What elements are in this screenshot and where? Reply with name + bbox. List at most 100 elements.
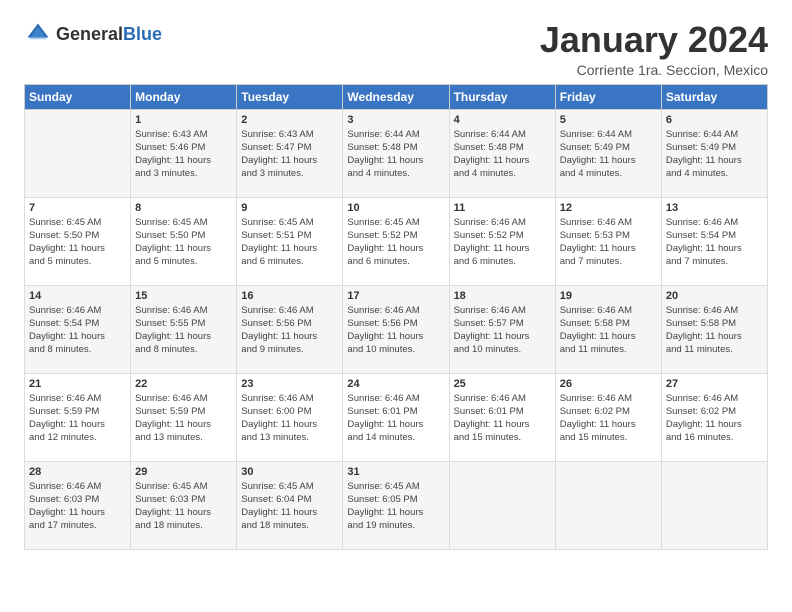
- day-info: Sunrise: 6:46 AM Sunset: 5:56 PM Dayligh…: [241, 304, 338, 357]
- calendar-cell: 11 Sunrise: 6:46 AM Sunset: 5:52 PM Dayli…: [449, 197, 555, 285]
- day-info: Sunrise: 6:45 AM Sunset: 6:04 PM Dayligh…: [241, 480, 338, 533]
- day-number: 10: [347, 202, 444, 214]
- calendar-cell: 28 Sunrise: 6:46 AM Sunset: 6:03 PM Dayli…: [25, 461, 131, 549]
- weekday-header-sunday: Sunday: [25, 84, 131, 109]
- calendar-cell: 12Sunrise: 6:46 AM Sunset: 5:53 PM Dayli…: [555, 197, 661, 285]
- day-info: Sunrise: 6:46 AM Sunset: 6:01 PM Dayligh…: [454, 392, 551, 445]
- day-number: 22: [135, 378, 232, 390]
- calendar-cell: 13 Sunrise: 6:46 AM Sunset: 5:54 PM Dayli…: [661, 197, 767, 285]
- day-info: Sunrise: 6:46 AM Sunset: 5:54 PM Dayligh…: [666, 216, 763, 269]
- day-number: 3: [347, 114, 444, 126]
- calendar-cell: 23Sunrise: 6:46 AM Sunset: 6:00 PM Dayli…: [237, 373, 343, 461]
- day-number: 20: [666, 290, 763, 302]
- calendar-week-row: 21 Sunrise: 6:46 AM Sunset: 5:59 PM Dayli…: [25, 373, 768, 461]
- calendar-cell: 3 Sunrise: 6:44 AM Sunset: 5:48 PM Daylig…: [343, 109, 449, 197]
- day-number: 9: [241, 202, 338, 214]
- day-info: Sunrise: 6:46 AM Sunset: 5:53 PM Dayligh…: [560, 216, 657, 269]
- weekday-header-row: SundayMondayTuesdayWednesdayThursdayFrid…: [25, 84, 768, 109]
- day-number: 21: [29, 378, 126, 390]
- calendar-header: SundayMondayTuesdayWednesdayThursdayFrid…: [25, 84, 768, 109]
- calendar-cell: 2 Sunrise: 6:43 AM Sunset: 5:47 PM Daylig…: [237, 109, 343, 197]
- day-info: Sunrise: 6:46 AM Sunset: 6:02 PM Dayligh…: [560, 392, 657, 445]
- day-number: 1: [135, 114, 232, 126]
- weekday-header-thursday: Thursday: [449, 84, 555, 109]
- day-number: 2: [241, 114, 338, 126]
- day-number: 5: [560, 114, 657, 126]
- day-info: Sunrise: 6:46 AM Sunset: 6:03 PM Dayligh…: [29, 480, 126, 533]
- day-number: 15: [135, 290, 232, 302]
- day-number: 11: [454, 202, 551, 214]
- weekday-header-tuesday: Tuesday: [237, 84, 343, 109]
- calendar-cell: 19 Sunrise: 6:46 AM Sunset: 5:58 PM Dayli…: [555, 285, 661, 373]
- calendar-cell: 10 Sunrise: 6:45 AM Sunset: 5:52 PM Dayli…: [343, 197, 449, 285]
- day-info: Sunrise: 6:44 AM Sunset: 5:48 PM Dayligh…: [347, 128, 444, 181]
- day-info: Sunrise: 6:45 AM Sunset: 5:50 PM Dayligh…: [29, 216, 126, 269]
- calendar-cell: 25 Sunrise: 6:46 AM Sunset: 6:01 PM Dayli…: [449, 373, 555, 461]
- calendar-cell: 17 Sunrise: 6:46 AM Sunset: 5:56 PM Dayli…: [343, 285, 449, 373]
- calendar-cell: 5 Sunrise: 6:44 AM Sunset: 5:49 PM Daylig…: [555, 109, 661, 197]
- calendar-cell: 22 Sunrise: 6:46 AM Sunset: 5:59 PM Dayli…: [131, 373, 237, 461]
- day-number: 17: [347, 290, 444, 302]
- day-info: Sunrise: 6:45 AM Sunset: 6:03 PM Dayligh…: [135, 480, 232, 533]
- day-number: 31: [347, 466, 444, 478]
- day-number: 14: [29, 290, 126, 302]
- location-subtitle: Corriente 1ra. Seccion, Mexico: [540, 62, 768, 78]
- day-number: 30: [241, 466, 338, 478]
- title-area: January 2024 Corriente 1ra. Seccion, Mex…: [540, 20, 768, 78]
- day-number: 4: [454, 114, 551, 126]
- calendar-cell: 30 Sunrise: 6:45 AM Sunset: 6:04 PM Dayli…: [237, 461, 343, 549]
- day-info: Sunrise: 6:43 AM Sunset: 5:47 PM Dayligh…: [241, 128, 338, 181]
- day-number: 25: [454, 378, 551, 390]
- calendar-cell: [25, 109, 131, 197]
- calendar-week-row: 1 Sunrise: 6:43 AM Sunset: 5:46 PM Daylig…: [25, 109, 768, 197]
- day-info: Sunrise: 6:46 AM Sunset: 6:01 PM Dayligh…: [347, 392, 444, 445]
- calendar-cell: 9Sunrise: 6:45 AM Sunset: 5:51 PM Daylig…: [237, 197, 343, 285]
- day-info: Sunrise: 6:46 AM Sunset: 6:02 PM Dayligh…: [666, 392, 763, 445]
- calendar-cell: 16 Sunrise: 6:46 AM Sunset: 5:56 PM Dayli…: [237, 285, 343, 373]
- weekday-header-monday: Monday: [131, 84, 237, 109]
- day-number: 24: [347, 378, 444, 390]
- day-info: Sunrise: 6:46 AM Sunset: 5:55 PM Dayligh…: [135, 304, 232, 357]
- weekday-header-wednesday: Wednesday: [343, 84, 449, 109]
- day-number: 28: [29, 466, 126, 478]
- day-info: Sunrise: 6:46 AM Sunset: 5:54 PM Dayligh…: [29, 304, 126, 357]
- calendar-cell: [449, 461, 555, 549]
- day-info: Sunrise: 6:46 AM Sunset: 5:59 PM Dayligh…: [135, 392, 232, 445]
- day-number: 13: [666, 202, 763, 214]
- day-number: 6: [666, 114, 763, 126]
- page-header: GeneralBlue January 2024 Corriente 1ra. …: [24, 20, 768, 78]
- day-info: Sunrise: 6:46 AM Sunset: 5:58 PM Dayligh…: [560, 304, 657, 357]
- weekday-header-friday: Friday: [555, 84, 661, 109]
- day-number: 8: [135, 202, 232, 214]
- day-info: Sunrise: 6:44 AM Sunset: 5:49 PM Dayligh…: [560, 128, 657, 181]
- calendar-cell: 15 Sunrise: 6:46 AM Sunset: 5:55 PM Dayli…: [131, 285, 237, 373]
- day-info: Sunrise: 6:45 AM Sunset: 5:50 PM Dayligh…: [135, 216, 232, 269]
- calendar-cell: 7Sunrise: 6:45 AM Sunset: 5:50 PM Daylig…: [25, 197, 131, 285]
- day-number: 19: [560, 290, 657, 302]
- calendar-cell: 6Sunrise: 6:44 AM Sunset: 5:49 PM Daylig…: [661, 109, 767, 197]
- day-number: 29: [135, 466, 232, 478]
- logo-general-text: General: [56, 24, 123, 44]
- day-info: Sunrise: 6:45 AM Sunset: 5:52 PM Dayligh…: [347, 216, 444, 269]
- calendar-week-row: 7Sunrise: 6:45 AM Sunset: 5:50 PM Daylig…: [25, 197, 768, 285]
- calendar-cell: 8 Sunrise: 6:45 AM Sunset: 5:50 PM Daylig…: [131, 197, 237, 285]
- calendar-cell: 20Sunrise: 6:46 AM Sunset: 5:58 PM Dayli…: [661, 285, 767, 373]
- logo-icon: [24, 20, 52, 48]
- calendar-cell: 1 Sunrise: 6:43 AM Sunset: 5:46 PM Daylig…: [131, 109, 237, 197]
- day-number: 26: [560, 378, 657, 390]
- day-info: Sunrise: 6:43 AM Sunset: 5:46 PM Dayligh…: [135, 128, 232, 181]
- day-info: Sunrise: 6:46 AM Sunset: 5:56 PM Dayligh…: [347, 304, 444, 357]
- calendar-cell: 27Sunrise: 6:46 AM Sunset: 6:02 PM Dayli…: [661, 373, 767, 461]
- month-title: January 2024: [540, 20, 768, 60]
- calendar-table: SundayMondayTuesdayWednesdayThursdayFrid…: [24, 84, 768, 550]
- calendar-cell: 18Sunrise: 6:46 AM Sunset: 5:57 PM Dayli…: [449, 285, 555, 373]
- weekday-header-saturday: Saturday: [661, 84, 767, 109]
- day-info: Sunrise: 6:46 AM Sunset: 5:59 PM Dayligh…: [29, 392, 126, 445]
- day-number: 23: [241, 378, 338, 390]
- calendar-week-row: 14 Sunrise: 6:46 AM Sunset: 5:54 PM Dayli…: [25, 285, 768, 373]
- day-info: Sunrise: 6:46 AM Sunset: 5:57 PM Dayligh…: [454, 304, 551, 357]
- day-info: Sunrise: 6:46 AM Sunset: 5:52 PM Dayligh…: [454, 216, 551, 269]
- calendar-week-row: 28 Sunrise: 6:46 AM Sunset: 6:03 PM Dayli…: [25, 461, 768, 549]
- calendar-cell: 24 Sunrise: 6:46 AM Sunset: 6:01 PM Dayli…: [343, 373, 449, 461]
- day-number: 16: [241, 290, 338, 302]
